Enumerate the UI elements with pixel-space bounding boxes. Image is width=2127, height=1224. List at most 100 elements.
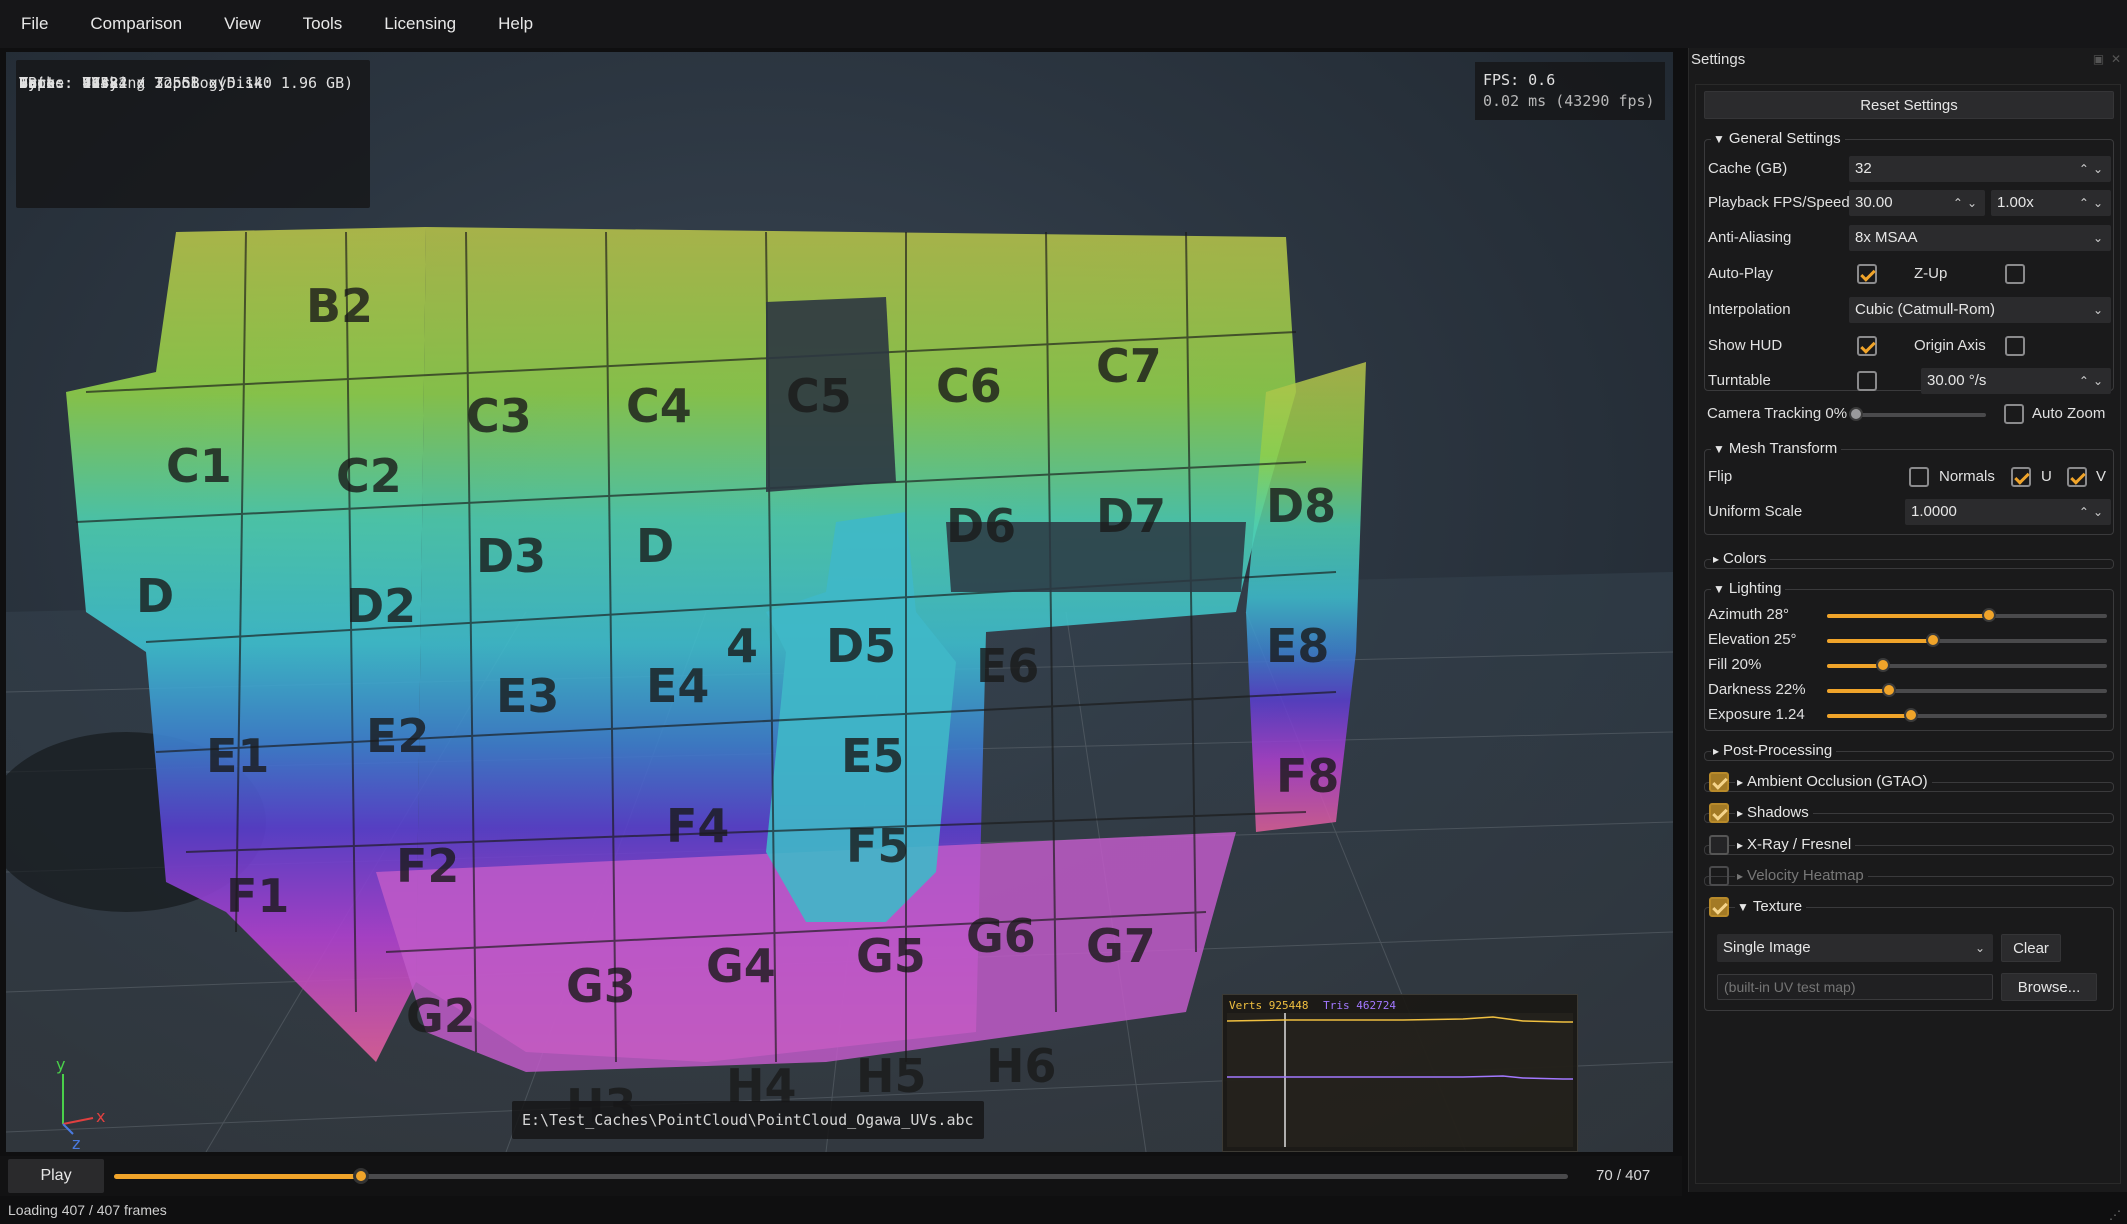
expanded-icon: ▼ bbox=[1713, 442, 1725, 456]
uv-label: E1 bbox=[206, 729, 269, 783]
menu-bar: File Comparison View Tools Licensing Hel… bbox=[0, 0, 2127, 48]
post-processing-header[interactable]: ▸ Post-Processing bbox=[1711, 742, 1837, 760]
texture-mode-dropdown[interactable]: Single Image ⌄ bbox=[1717, 934, 1993, 962]
zup-checkbox[interactable] bbox=[2005, 264, 2025, 284]
show-hud-checkbox[interactable] bbox=[1857, 336, 1877, 356]
uv-label: C2 bbox=[336, 449, 402, 503]
slider-handle[interactable] bbox=[1982, 608, 1997, 622]
velocity-checkbox[interactable] bbox=[1709, 866, 1729, 886]
mesh-transform-header[interactable]: ▼ Mesh Transform bbox=[1711, 440, 1842, 458]
hud-overlay: Type: Varying Topology Verts: 925k Tris:… bbox=[16, 60, 370, 208]
flip-v-label: V bbox=[2096, 468, 2107, 485]
spin-arrows-icon: ⌃⌄ bbox=[1952, 196, 1981, 210]
slider-handle[interactable] bbox=[1904, 708, 1918, 722]
xray-header[interactable]: ▸ X-Ray / Fresnel bbox=[1735, 836, 1856, 854]
origin-axis-checkbox[interactable] bbox=[2005, 336, 2025, 356]
clear-texture-button[interactable]: Clear bbox=[2001, 934, 2061, 962]
collapsed-icon: ▸ bbox=[1737, 775, 1744, 789]
collapsed-icon: ▸ bbox=[1737, 838, 1744, 852]
menu-file[interactable]: File bbox=[0, 0, 69, 48]
uv-label: F2 bbox=[396, 839, 459, 893]
velocity-group: ▸ Velocity Heatmap bbox=[1704, 866, 2114, 886]
post-processing-group: ▸ Post-Processing bbox=[1704, 742, 2114, 761]
uv-label: F1 bbox=[226, 869, 289, 923]
fill-slider[interactable] bbox=[1827, 658, 2107, 672]
ao-checkbox[interactable] bbox=[1709, 772, 1729, 792]
elevation-slider[interactable] bbox=[1827, 633, 2107, 647]
3d-viewport[interactable]: B2 C1 C2 C3 C4 C5 C6 C7 D D2 D3 D D5 D6 … bbox=[6, 52, 1673, 1152]
speed-input[interactable]: 1.00x ⌃⌄ bbox=[1991, 190, 2111, 216]
autoplay-checkbox[interactable] bbox=[1857, 264, 1877, 284]
slider-handle[interactable] bbox=[1876, 658, 1890, 672]
uv-label: G3 bbox=[566, 959, 636, 1013]
timeline-slider[interactable] bbox=[114, 1168, 1568, 1184]
slider-handle[interactable] bbox=[1926, 633, 1941, 647]
hud-data: Data: UVs bbox=[19, 74, 110, 92]
undock-icon[interactable]: ▣ bbox=[2093, 52, 2104, 66]
autoplay-label: Auto-Play bbox=[1708, 265, 1774, 282]
menu-licensing[interactable]: Licensing bbox=[363, 0, 477, 48]
texture-group: ▼Texture Single Image⌄ Clear Browse... bbox=[1704, 897, 2114, 1011]
uv-label: E4 bbox=[646, 659, 709, 713]
general-settings-header[interactable]: ▼ General Settings bbox=[1711, 130, 1845, 148]
cache-label: Cache (GB) bbox=[1708, 160, 1788, 177]
slider-handle[interactable] bbox=[1881, 683, 1896, 697]
collapsed-icon: ▸ bbox=[1713, 552, 1720, 566]
play-button[interactable]: Play bbox=[8, 1159, 104, 1193]
menu-view[interactable]: View bbox=[203, 0, 282, 48]
uv-label: G4 bbox=[706, 939, 776, 993]
exposure-label: Exposure 1.24 bbox=[1708, 706, 1805, 723]
resize-grip-icon[interactable]: ⋰ bbox=[2109, 1208, 2123, 1222]
lighting-header[interactable]: ▼ Lighting bbox=[1711, 580, 1786, 598]
shadows-checkbox[interactable] bbox=[1709, 803, 1729, 823]
turntable-checkbox[interactable] bbox=[1857, 371, 1877, 391]
normals-checkbox[interactable] bbox=[1909, 467, 1929, 487]
reset-settings-button[interactable]: Reset Settings bbox=[1704, 91, 2114, 119]
collapsed-icon: ▸ bbox=[1737, 869, 1744, 883]
cache-input[interactable]: 32 ⌃⌄ bbox=[1849, 156, 2111, 182]
menu-comparison[interactable]: Comparison bbox=[69, 0, 203, 48]
playback-bar: Play 70 / 407 bbox=[0, 1156, 1682, 1196]
xray-checkbox[interactable] bbox=[1709, 835, 1729, 855]
flip-u-checkbox[interactable] bbox=[2011, 467, 2031, 487]
close-icon[interactable]: ✕ bbox=[2111, 52, 2121, 66]
flip-v-checkbox[interactable] bbox=[2067, 467, 2087, 487]
turntable-speed-input[interactable]: 30.00 °/s ⌃⌄ bbox=[1921, 368, 2111, 394]
ao-header[interactable]: ▸ Ambient Occlusion (GTAO) bbox=[1735, 773, 1932, 791]
texture-checkbox[interactable] bbox=[1709, 897, 1729, 917]
panel-controls: ▣ ✕ bbox=[2093, 52, 2121, 66]
spin-arrows-icon: ⌃⌄ bbox=[2078, 196, 2107, 210]
uv-label: D7 bbox=[1096, 489, 1166, 543]
uv-label: G7 bbox=[1086, 919, 1156, 973]
azimuth-slider[interactable] bbox=[1827, 608, 2107, 622]
aa-dropdown[interactable]: 8x MSAA ⌄ bbox=[1849, 225, 2111, 251]
autozoom-checkbox[interactable] bbox=[2004, 404, 2024, 424]
darkness-slider[interactable] bbox=[1827, 683, 2107, 697]
interp-label: Interpolation bbox=[1708, 301, 1791, 318]
xray-group: ▸ X-Ray / Fresnel bbox=[1704, 835, 2114, 855]
shadows-header[interactable]: ▸ Shadows bbox=[1735, 804, 1813, 822]
texture-path-input[interactable] bbox=[1717, 974, 1993, 1000]
uv-label: F5 bbox=[846, 819, 909, 873]
axis-x-label: x bbox=[96, 1107, 105, 1126]
darkness-label: Darkness 22% bbox=[1708, 681, 1806, 698]
texture-header[interactable]: ▼ Texture bbox=[1735, 898, 1807, 916]
fps-input[interactable]: 30.00 ⌃⌄ bbox=[1849, 190, 1985, 216]
general-settings-group: ▼ General Settings Cache (GB) 32 ⌃⌄ Playba… bbox=[1704, 130, 2114, 394]
chevron-down-icon: ⌄ bbox=[2092, 303, 2103, 317]
colors-header[interactable]: ▸ Colors bbox=[1711, 550, 1771, 568]
menu-tools[interactable]: Tools bbox=[282, 0, 364, 48]
browse-texture-button[interactable]: Browse... bbox=[2001, 973, 2097, 1001]
timeline-handle[interactable] bbox=[353, 1168, 370, 1184]
tracking-slider-handle[interactable] bbox=[1849, 407, 1863, 421]
velocity-header[interactable]: ▸ Velocity Heatmap bbox=[1735, 867, 1868, 885]
exposure-slider[interactable] bbox=[1827, 708, 2107, 722]
interp-dropdown[interactable]: Cubic (Catmull-Rom) ⌄ bbox=[1849, 297, 2111, 323]
colors-group: ▸ Colors bbox=[1704, 550, 2114, 569]
tracking-slider[interactable] bbox=[1849, 407, 1986, 421]
uv-label: F8 bbox=[1276, 749, 1339, 803]
uniform-scale-input[interactable]: 1.0000 ⌃⌄ bbox=[1905, 499, 2111, 525]
menu-help[interactable]: Help bbox=[477, 0, 554, 48]
fps-label: Playback FPS/Speed bbox=[1708, 194, 1850, 211]
hud-label: Show HUD bbox=[1708, 337, 1783, 354]
